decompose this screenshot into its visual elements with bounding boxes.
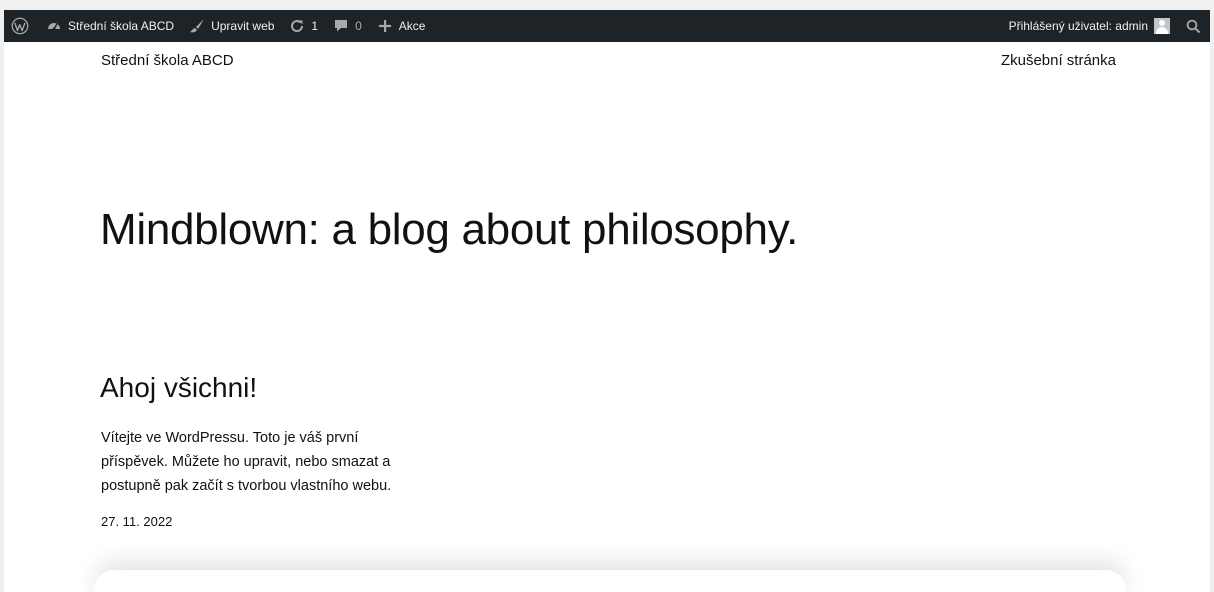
post-excerpt: Vítejte ve WordPressu. Toto je váš první… bbox=[101, 430, 392, 494]
admin-bar-right: Přihlášený uživatel: admin bbox=[1002, 10, 1210, 42]
wp-logo-menu[interactable] bbox=[4, 10, 38, 42]
admin-bar: Střední škola ABCD Upravit web 1 0 Akce … bbox=[4, 10, 1210, 42]
my-account-menu[interactable]: Přihlášený uživatel: admin bbox=[1002, 10, 1177, 42]
updates-count: 1 bbox=[311, 19, 319, 33]
comments-count: 0 bbox=[355, 19, 362, 33]
footer-block bbox=[94, 570, 1126, 592]
site-title-link[interactable]: Střední škola ABCD bbox=[101, 52, 234, 69]
nav-item-sample-page[interactable]: Zkušební stránka bbox=[1001, 52, 1116, 69]
post-title-link[interactable]: Ahoj všichni! bbox=[100, 372, 257, 404]
page: Střední škola ABCD Upravit web 1 0 Akce … bbox=[4, 10, 1210, 592]
search-button[interactable] bbox=[1177, 10, 1210, 42]
comment-icon bbox=[332, 17, 350, 35]
post-date: 27. 11. 2022 bbox=[101, 514, 173, 529]
site-name-menu[interactable]: Střední škola ABCD bbox=[38, 10, 181, 42]
site-name-label: Střední škola ABCD bbox=[68, 19, 175, 33]
search-icon bbox=[1184, 17, 1202, 35]
new-content-label: Akce bbox=[398, 19, 426, 33]
wordpress-icon bbox=[10, 16, 30, 36]
customize-menu[interactable]: Upravit web bbox=[181, 10, 281, 42]
refresh-icon bbox=[288, 17, 306, 35]
page-title: Mindblown: a blog about philosophy. bbox=[100, 205, 799, 254]
greeting-label: Přihlášený uživatel: admin bbox=[1008, 19, 1148, 33]
new-content-menu[interactable]: Akce bbox=[369, 10, 433, 42]
avatar bbox=[1154, 18, 1170, 34]
admin-bar-left: Střední škola ABCD Upravit web 1 0 Akce bbox=[4, 10, 432, 42]
brush-icon bbox=[188, 17, 206, 35]
updates-menu[interactable]: 1 bbox=[281, 10, 325, 42]
customize-label: Upravit web bbox=[211, 19, 275, 33]
comments-menu[interactable]: 0 bbox=[325, 10, 369, 42]
plus-icon bbox=[376, 17, 394, 35]
dashboard-icon bbox=[45, 17, 63, 35]
